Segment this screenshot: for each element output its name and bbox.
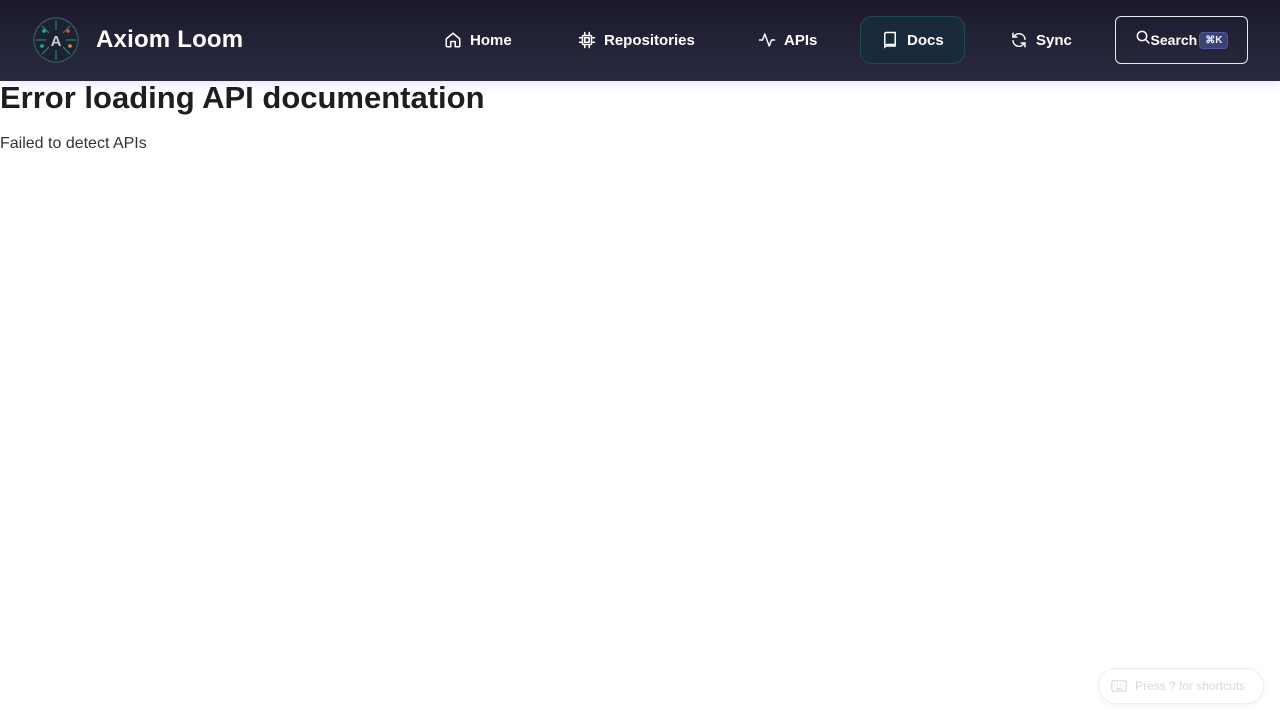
search-shortcut-badge: ⌘K	[1199, 31, 1229, 49]
nav-sync-label: Sync	[1036, 31, 1072, 49]
nav-repositories-label: Repositories	[604, 31, 695, 49]
nav-docs[interactable]: Docs	[860, 16, 965, 64]
error-message: Failed to detect APIs	[0, 135, 147, 152]
cpu-chip-icon	[578, 31, 596, 49]
nav-repositories[interactable]: Repositories	[557, 16, 716, 64]
top-navbar: A Axiom Loom Home Repositories APIs Docs…	[0, 0, 1280, 81]
shortcuts-hint[interactable]: Press ? for shortcuts	[1098, 668, 1264, 704]
activity-pulse-icon	[758, 31, 776, 49]
search-label: Search	[1150, 32, 1198, 48]
brand-name[interactable]: Axiom Loom	[96, 26, 243, 54]
page-title: Error loading API documentation	[0, 80, 485, 115]
keyboard-icon	[1111, 680, 1127, 692]
nav-apis-label: APIs	[784, 31, 818, 49]
shortcuts-hint-label: Press ? for shortcuts	[1135, 679, 1246, 693]
axiom-loom-logo[interactable]: A	[32, 16, 80, 64]
search-icon	[1135, 29, 1151, 45]
book-icon	[881, 31, 899, 49]
svg-text:A: A	[51, 33, 62, 50]
nav-sync[interactable]: Sync	[989, 16, 1093, 64]
nav-apis[interactable]: APIs	[737, 16, 838, 64]
search-button[interactable]: Search ⌘K	[1115, 16, 1248, 64]
refresh-icon	[1010, 31, 1028, 49]
nav-docs-label: Docs	[907, 31, 944, 49]
nav-home-label: Home	[470, 31, 512, 49]
home-icon	[444, 31, 462, 49]
nav-home[interactable]: Home	[423, 16, 533, 64]
